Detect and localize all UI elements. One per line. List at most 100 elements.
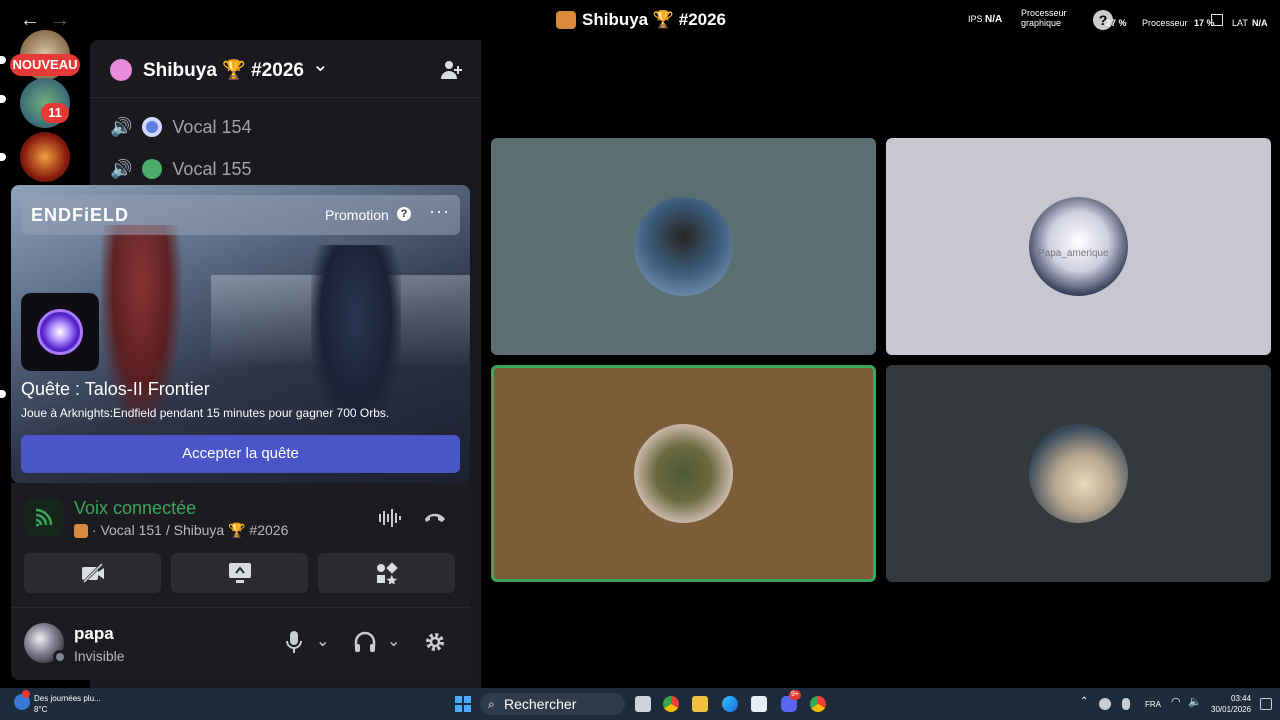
unread-indicator xyxy=(0,153,6,161)
participant-tile[interactable] xyxy=(491,138,876,355)
screen-share-button[interactable] xyxy=(171,553,308,593)
forward-icon[interactable]: → xyxy=(50,9,70,32)
mention-badge: 11 xyxy=(41,103,69,123)
title-bar: ← → Shibuya 🏆 #2026 IPS N/A Processeur g… xyxy=(0,0,1280,40)
language-indicator[interactable]: FRA xyxy=(1145,700,1161,710)
server-icon xyxy=(556,11,576,29)
taskbar: Des journées plu... 8°C ⌕ Rechercher 9+ … xyxy=(0,688,1280,720)
channel-label: Vocal 154 xyxy=(172,116,252,137)
gear-icon[interactable] xyxy=(424,631,446,653)
camera-off-icon xyxy=(82,562,104,584)
unread-indicator xyxy=(0,390,6,398)
user-status: Invisible xyxy=(74,648,125,664)
unread-indicator xyxy=(0,95,6,103)
file-explorer-icon[interactable] xyxy=(692,696,708,712)
chevron-down-icon: ⌄ xyxy=(312,54,329,76)
server-header[interactable]: Shibuya 🏆 #2026 ⌄ xyxy=(90,40,481,98)
participant-tile[interactable] xyxy=(886,365,1271,582)
window-icon[interactable] xyxy=(1211,14,1223,26)
volume-icon[interactable]: 🔈 xyxy=(1188,697,1202,708)
promo-art xyxy=(311,245,401,425)
chrome-profile-icon[interactable] xyxy=(810,696,826,712)
microphone-tray-icon[interactable] xyxy=(1122,698,1130,710)
lat-value: N/A xyxy=(1252,18,1268,28)
store-icon[interactable] xyxy=(751,696,767,712)
channel-emoji-icon xyxy=(142,117,163,137)
speaker-icon: 🔊 xyxy=(110,158,133,179)
weather-title: Des journées plu... xyxy=(34,694,101,703)
window-title-text: Shibuya 🏆 #2026 xyxy=(582,10,727,29)
accept-quest-button[interactable]: Accepter la quête xyxy=(21,435,460,473)
server-name: Shibuya 🏆 #2026 xyxy=(143,60,304,81)
promotion-label: Promotion xyxy=(325,207,389,223)
participant-name: Papa_amerique xyxy=(1038,248,1109,259)
endfield-logo: ENDFiELD xyxy=(31,205,129,225)
signal-icon[interactable] xyxy=(25,499,63,537)
discord-badge: 9+ xyxy=(789,690,801,700)
user-panel: papa Invisible ⌄ ⌄ xyxy=(11,608,470,680)
channel-vocal-155[interactable]: 🔊 Vocal 155 xyxy=(110,154,252,184)
participant-avatar xyxy=(634,424,733,523)
voice-panel: Voix connectée · Vocal 151 / Shibuya 🏆 #… xyxy=(11,483,470,608)
new-badge: NOUVEAU xyxy=(10,54,80,76)
search-icon: ⌕ xyxy=(488,697,495,711)
chrome-icon[interactable] xyxy=(663,696,679,712)
task-view-icon[interactable] xyxy=(635,696,651,712)
server-icon-3[interactable] xyxy=(20,132,70,182)
gpu-label: Processeur graphique xyxy=(1021,8,1067,28)
search-box[interactable]: ⌕ Rechercher xyxy=(480,693,625,715)
activities-icon xyxy=(377,562,398,584)
status-indicator xyxy=(53,650,67,664)
clock-time[interactable]: 03:44 xyxy=(1231,694,1251,704)
voice-location-text: Vocal 151 / Shibuya 🏆 #2026 xyxy=(100,522,289,538)
channel-label: Vocal 155 xyxy=(172,158,252,179)
server-icon xyxy=(74,524,88,539)
windows-start-icon[interactable] xyxy=(455,696,471,712)
microphone-icon[interactable] xyxy=(285,630,303,654)
participant-avatar xyxy=(1029,424,1128,523)
lat-label: LAT xyxy=(1232,18,1248,28)
voice-status[interactable]: Voix connectée xyxy=(74,498,196,519)
screen-share-icon xyxy=(229,563,251,583)
back-icon[interactable]: ← xyxy=(20,9,40,32)
username[interactable]: papa xyxy=(74,624,114,644)
window-title: Shibuya 🏆 #2026 xyxy=(556,10,726,30)
weather-temp: 8°C xyxy=(34,705,48,714)
disconnect-icon[interactable] xyxy=(423,509,447,525)
help-icon[interactable]: ? xyxy=(397,207,411,221)
channel-vocal-154[interactable]: 🔊 Vocal 154 xyxy=(110,112,252,142)
notification-dot xyxy=(22,690,30,698)
game-icon xyxy=(21,293,99,371)
notifications-icon[interactable] xyxy=(1260,698,1272,710)
speaker-icon: 🔊 xyxy=(110,116,133,137)
voice-location[interactable]: · Vocal 151 / Shibuya 🏆 #2026 xyxy=(74,522,288,539)
clock-date[interactable]: 30/01/2026 xyxy=(1211,705,1251,715)
search-label: Rechercher xyxy=(504,696,577,712)
soundboard-icon[interactable] xyxy=(378,508,402,528)
headphones-icon[interactable] xyxy=(353,630,377,654)
unread-indicator xyxy=(0,56,6,64)
activities-button[interactable] xyxy=(318,553,455,593)
more-options-icon[interactable]: ··· xyxy=(429,201,450,222)
camera-off-button[interactable] xyxy=(24,553,161,593)
participant-avatar xyxy=(634,197,733,296)
participant-avatar xyxy=(1029,197,1128,296)
add-user-icon[interactable] xyxy=(439,58,463,82)
cpu-label: Processeur xyxy=(1142,18,1188,28)
edge-icon[interactable] xyxy=(722,696,738,712)
quest-description: Joue à Arknights:Endfield pendant 15 min… xyxy=(21,406,390,420)
tray-overflow-icon[interactable]: ⌃ xyxy=(1080,697,1088,707)
chevron-down-icon[interactable]: ⌄ xyxy=(316,631,329,651)
onedrive-icon[interactable] xyxy=(1099,698,1111,710)
video-stage: Papa_amerique xyxy=(481,40,1280,688)
wifi-icon[interactable]: ◠ xyxy=(1171,697,1181,708)
chevron-down-icon[interactable]: ⌄ xyxy=(387,631,400,651)
participant-tile-speaking[interactable] xyxy=(491,365,876,582)
quest-title: Quête : Talos-II Frontier xyxy=(21,379,210,399)
gpu-value: 27 % xyxy=(1106,18,1127,28)
ips-label: IPS xyxy=(968,14,983,24)
star-icon xyxy=(37,309,83,355)
participant-tile[interactable]: Papa_amerique xyxy=(886,138,1271,355)
quest-promo-card: ENDFiELD Promotion ? ··· Quête : Talos-I… xyxy=(11,185,470,483)
overlay-gpu: Processeur graphique xyxy=(1021,8,1081,28)
